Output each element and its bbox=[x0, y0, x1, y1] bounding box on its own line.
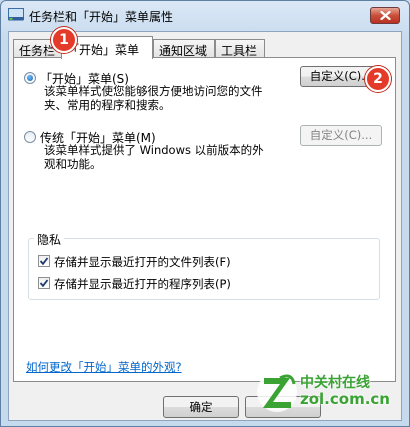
watermark-domain: zol.com.cn bbox=[300, 390, 390, 408]
close-button[interactable] bbox=[370, 7, 400, 24]
recent-files-checkbox[interactable] bbox=[38, 255, 50, 267]
checkmark-icon bbox=[39, 257, 49, 266]
classic-menu-radio[interactable] bbox=[24, 131, 36, 143]
tab-toolbars[interactable]: 工具栏 bbox=[215, 39, 265, 58]
classic-menu-customize-button[interactable]: 自定义(C)... bbox=[300, 125, 382, 146]
dialog-client-area: 任务栏 「开始」菜单 通知区域 工具栏 「开始」菜单(S) 该菜单样式使您能够很… bbox=[8, 31, 402, 421]
zol-watermark: 中关村在线 zol.com.cn bbox=[256, 368, 406, 418]
close-icon bbox=[379, 11, 391, 20]
recent-programs-label: 存储并显示最近打开的程序列表(P) bbox=[54, 277, 231, 291]
start-menu-option-description: 该菜单样式使您能够很方便地访问您的文件夹、常用的程序和搜索。 bbox=[44, 84, 263, 112]
privacy-group-title: 隐私 bbox=[34, 231, 65, 248]
start-menu-panel: 「开始」菜单(S) 该菜单样式使您能够很方便地访问您的文件夹、常用的程序和搜索。… bbox=[13, 57, 396, 382]
taskbar-icon bbox=[8, 8, 24, 21]
watermark-brand: 中关村在线 bbox=[300, 375, 370, 391]
properties-window: 任务栏和「开始」菜单属性 任务栏 「开始」菜单 通知区域 工具栏 「开始」菜单(… bbox=[0, 0, 410, 427]
radio-selected-dot bbox=[27, 75, 33, 81]
start-menu-radio[interactable] bbox=[24, 72, 36, 84]
recent-programs-checkbox[interactable] bbox=[38, 277, 50, 289]
zol-logo-icon bbox=[257, 372, 297, 412]
ok-button[interactable]: 确定 bbox=[163, 396, 239, 418]
callout-marker-1: 1 bbox=[51, 27, 77, 53]
classic-menu-option-description: 该菜单样式提供了 Windows 以前版本的外观和功能。 bbox=[44, 143, 264, 171]
recent-files-label: 存储并显示最近打开的文件列表(F) bbox=[54, 255, 231, 269]
checkmark-icon bbox=[39, 279, 49, 288]
window-title: 任务栏和「开始」菜单属性 bbox=[29, 10, 174, 24]
callout-marker-2: 2 bbox=[365, 66, 391, 92]
tab-notification-area[interactable]: 通知区域 bbox=[153, 39, 215, 58]
help-start-menu-link[interactable]: 如何更改「开始」菜单的外观? bbox=[26, 359, 182, 375]
